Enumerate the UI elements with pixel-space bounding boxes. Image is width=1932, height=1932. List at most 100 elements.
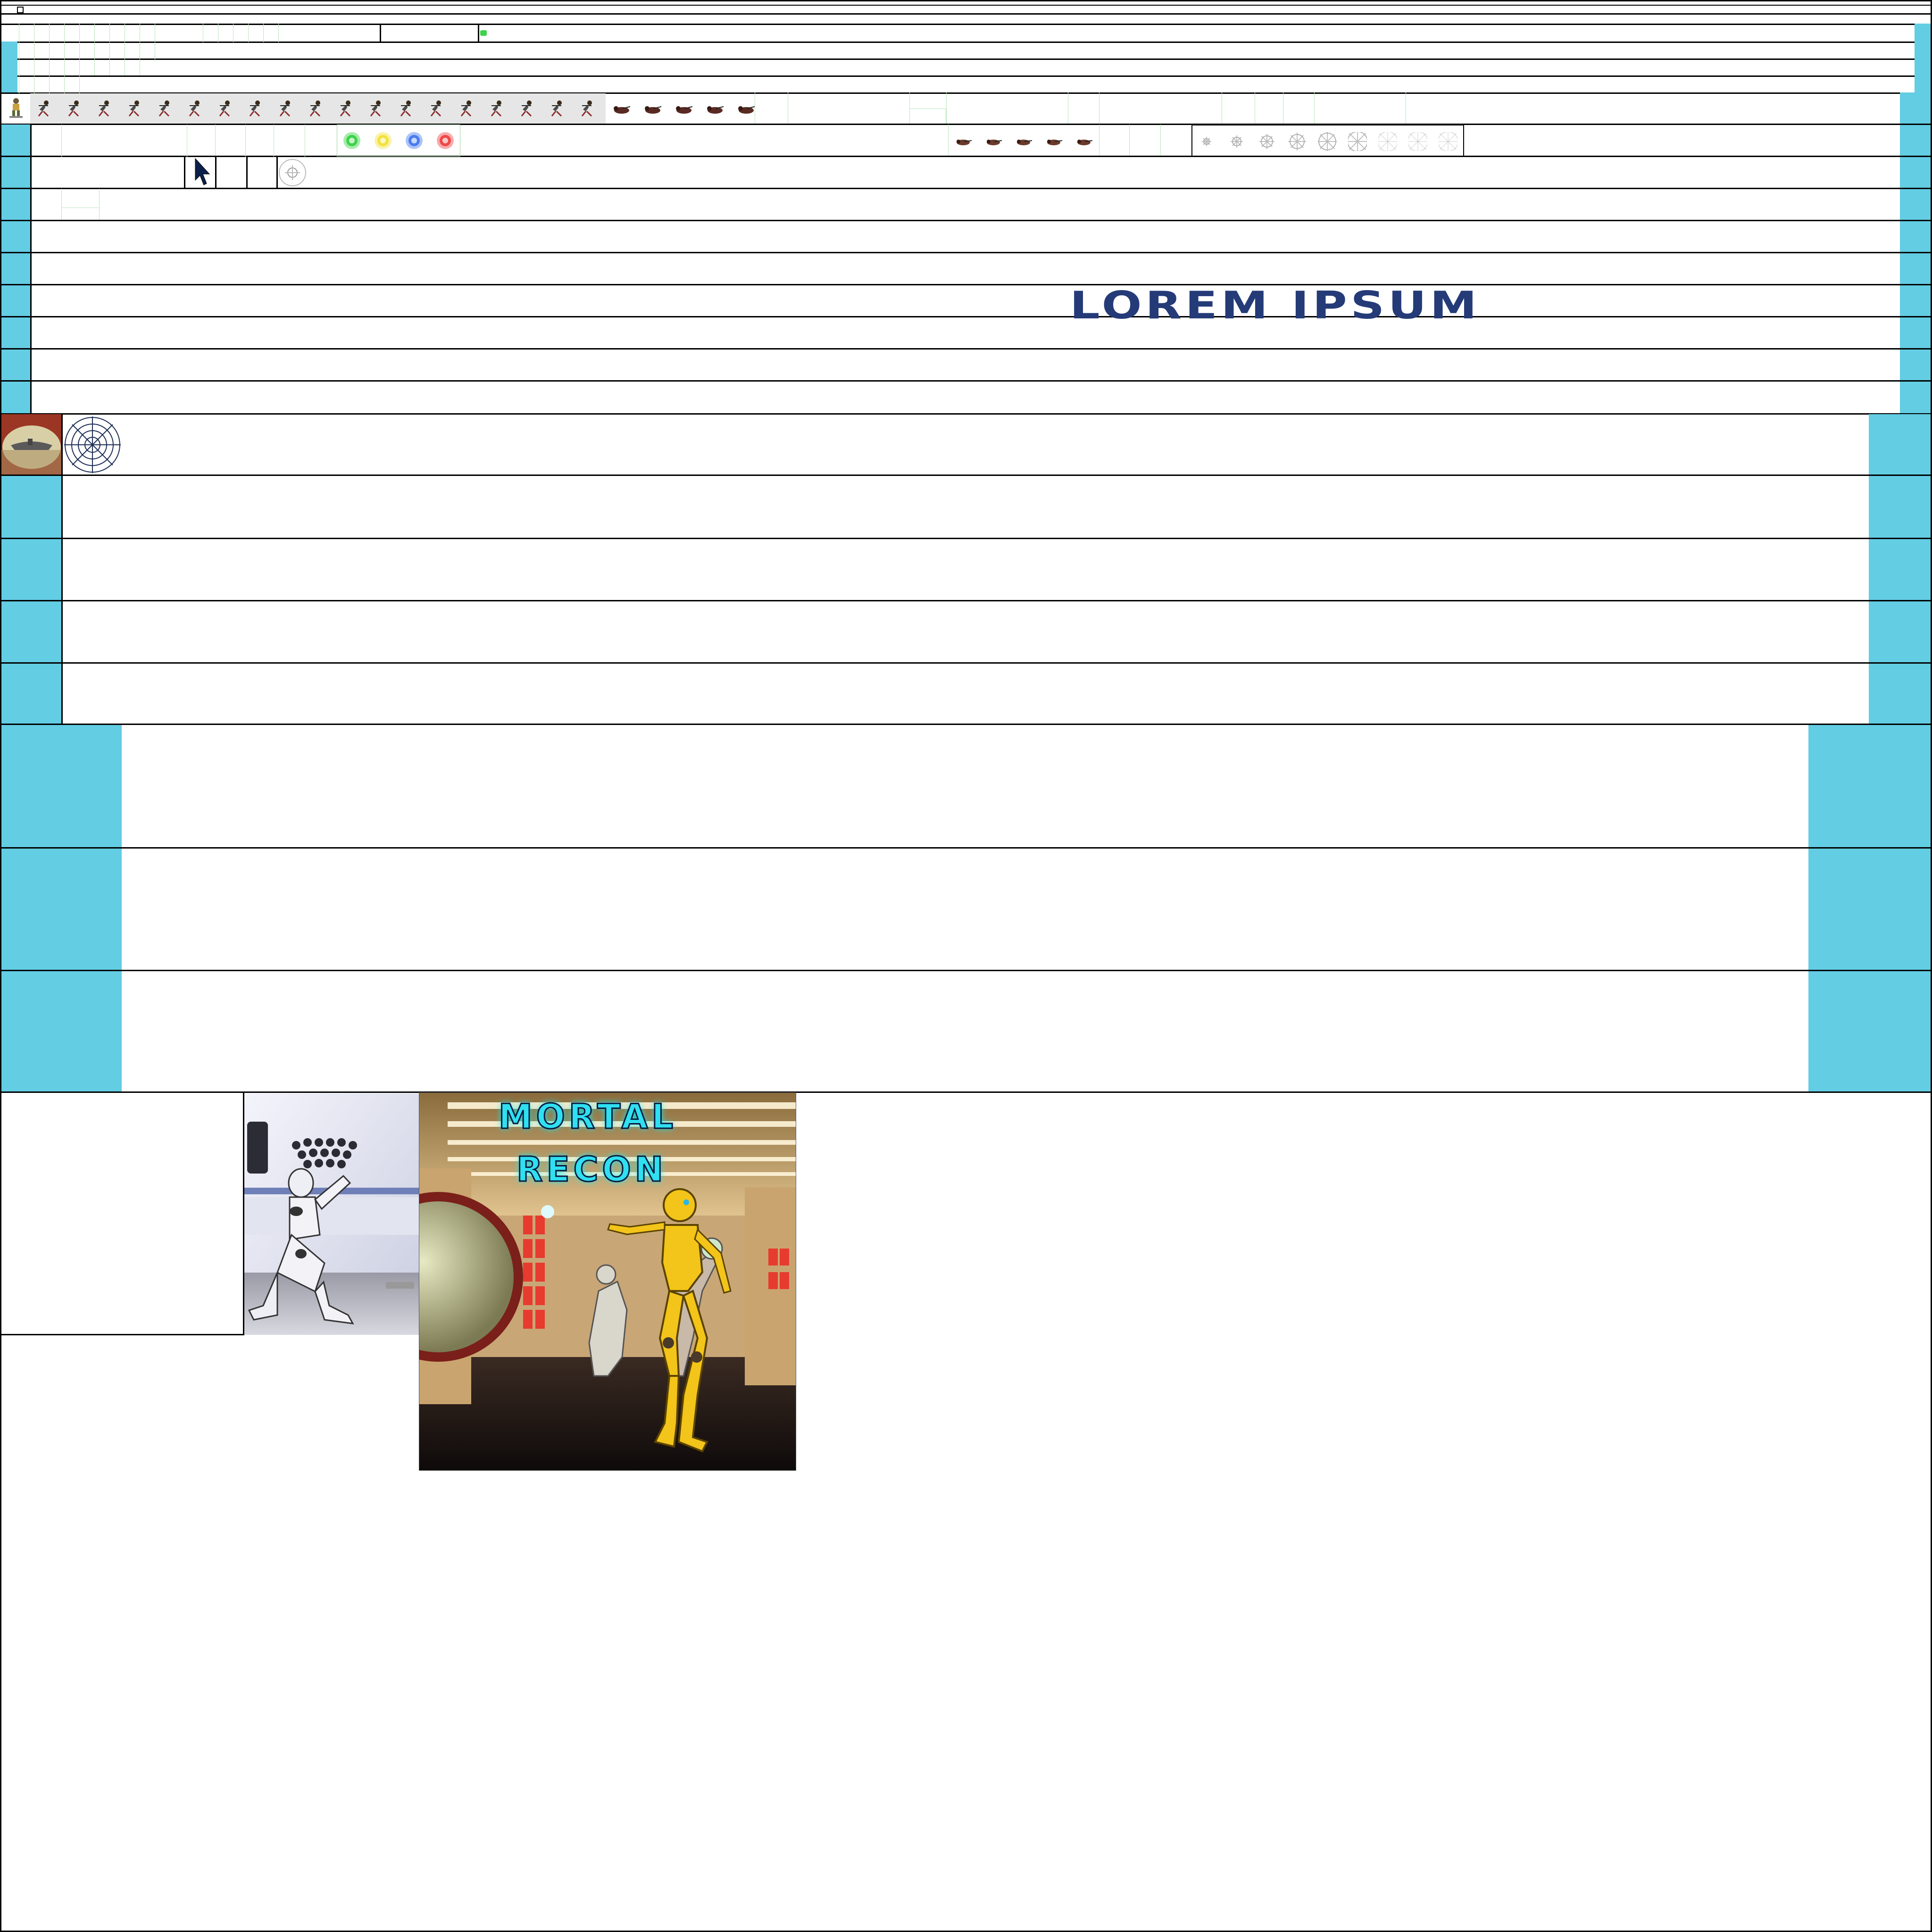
title-logo-text: LOREM IPSUM: [1070, 283, 1481, 327]
orb-frame: [337, 125, 460, 157]
run-frame-icon: [275, 99, 294, 118]
explosion-frame-icon: [1436, 130, 1460, 153]
grid-line: [1129, 125, 1130, 156]
row-divider: [0, 5, 1932, 6]
grid-line: [49, 24, 50, 94]
ship-badge-icon: [1, 414, 62, 475]
row-divider: [0, 348, 1932, 350]
crawl-frame-icon: [675, 100, 693, 119]
run-frame-icon: [155, 99, 174, 118]
grid-line: [948, 125, 949, 156]
run-frame-icon: [125, 99, 143, 118]
row-divider: [0, 662, 1932, 664]
cover-title-line1: MORTAL: [498, 1096, 677, 1137]
cursor-icon: [192, 157, 211, 188]
run-frame-icon: [306, 99, 325, 118]
row-divider: [0, 538, 1932, 539]
row-divider: [0, 42, 1932, 43]
empty-art-cell: [1, 1092, 244, 1335]
cell-divider: [478, 24, 479, 42]
grid-line: [263, 24, 264, 42]
explosion-frame-icon: [1257, 132, 1276, 151]
cell-divider: [246, 156, 248, 189]
run-frame-icon: [64, 99, 83, 118]
row-divider: [0, 24, 1932, 25]
cell-divider: [276, 156, 278, 189]
explosion-frame-icon: [1197, 132, 1216, 151]
grid-line: [94, 24, 95, 75]
row-divider: [0, 380, 1932, 382]
crawl-frame-icon: [954, 132, 973, 151]
accent-strip-left: [1, 725, 122, 1092]
cover-title-line2: RECON: [516, 1149, 667, 1190]
row-divider: [0, 724, 1932, 725]
crawl-frame-icon: [1074, 132, 1093, 151]
crosshair-icon: [278, 158, 307, 187]
accent-strip-right: [1808, 725, 1931, 1092]
mortal-recon-cover-image: MORTAL RECON: [419, 1092, 796, 1471]
grid-line: [248, 24, 249, 42]
grid-line: [64, 24, 65, 94]
tiny-cell: [17, 7, 24, 13]
accent-strip-left: [1, 125, 31, 413]
soldier-icon: [7, 97, 25, 118]
run-frame-icon: [366, 99, 385, 118]
crawl-frame-icon: [1044, 132, 1063, 151]
crawl-frame-icon: [984, 132, 1003, 151]
row-divider: [0, 847, 1932, 849]
row-divider: [0, 252, 1932, 253]
explosion-frame-icon: [1227, 132, 1246, 151]
grid-line: [99, 189, 100, 221]
run-frame-icon: [34, 99, 53, 118]
explosion-frame-icon: [1376, 130, 1399, 153]
run-frame-icon: [336, 99, 355, 118]
explosion-frame-icon: [1288, 132, 1307, 151]
row-divider: [0, 600, 1932, 601]
run-frame-icon: [215, 99, 234, 118]
grid-line: [946, 92, 947, 124]
row-divider: [0, 156, 1932, 157]
row-divider: [0, 284, 1932, 285]
run-frame-icon: [94, 99, 113, 118]
grid-line: [61, 125, 62, 158]
run-frame-icon: [396, 99, 415, 118]
explosion-frame-icon: [1317, 131, 1338, 152]
crawl-frame-icon: [706, 100, 724, 119]
green-frame: [909, 108, 946, 124]
grid-line: [215, 125, 216, 158]
row-divider: [0, 220, 1932, 221]
row-divider: [0, 75, 1932, 77]
grid-line: [79, 24, 80, 94]
run-frame-icon: [457, 99, 475, 118]
explosion-frame-icon: [1406, 130, 1430, 153]
divider-stub: [796, 1091, 1150, 1093]
run-frame-icon: [517, 99, 536, 118]
cell-divider: [61, 413, 63, 724]
crawl-frame-icon: [612, 100, 631, 119]
cell-divider: [215, 156, 217, 189]
row-divider: [0, 475, 1932, 476]
accent-strip-right: [1915, 24, 1931, 92]
row-divider: [0, 413, 1932, 415]
cell-divider: [380, 24, 381, 42]
green-frame: [61, 208, 99, 221]
accent-strip-left: [1, 42, 17, 92]
grid-line: [1314, 92, 1315, 124]
run-frame-icon: [185, 99, 204, 118]
row-divider: [0, 58, 1932, 60]
row-divider: [0, 13, 1932, 15]
sheet-border: [0, 0, 1932, 1932]
green-marker: [480, 30, 487, 36]
explosion-frame-icon: [1346, 130, 1369, 153]
crawl-frame-icon: [737, 100, 756, 119]
crawl-frame-icon: [1014, 132, 1033, 151]
run-frame-icon: [487, 99, 506, 118]
radar-web-icon: [62, 414, 123, 475]
run-frame-icon: [577, 99, 596, 118]
grid-line: [245, 125, 246, 158]
crawl-frame-icon: [643, 100, 662, 119]
run-frame-icon: [547, 99, 566, 118]
run-frame-icon: [426, 99, 445, 118]
grid-line: [278, 24, 279, 42]
row-divider: [0, 188, 1932, 189]
